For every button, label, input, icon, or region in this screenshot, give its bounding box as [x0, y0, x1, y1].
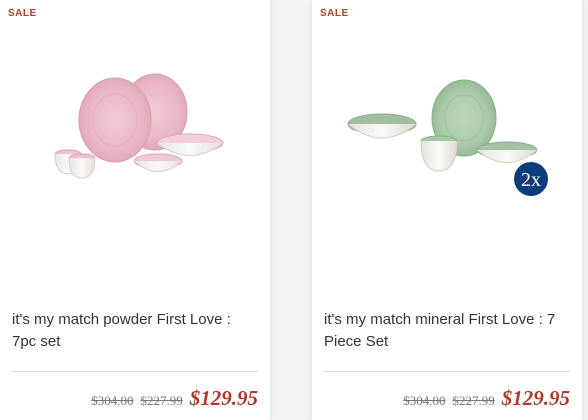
product-card-mineral[interactable]: SALE 2x it's my match mineral First Love… — [312, 0, 582, 420]
product-name[interactable]: it's my match mineral First Love : 7 Pie… — [324, 309, 570, 353]
divider — [12, 371, 258, 372]
sale-price: $129.95 — [189, 386, 258, 410]
sale-price: $129.95 — [501, 386, 570, 410]
green-dinnerware-set-image[interactable]: 2x — [312, 40, 582, 220]
quantity-badge: 2x — [514, 162, 548, 196]
previous-price: $227.99 — [140, 393, 183, 408]
sale-badge: SALE — [8, 8, 37, 19]
previous-price: $227.99 — [452, 393, 495, 408]
original-price: $304.00 — [91, 393, 134, 408]
pink-dinnerware-set-image[interactable] — [0, 40, 270, 220]
price-row: $304.00 $227.99 $129.95 — [91, 386, 258, 416]
price-row: $304.00 $227.99 $129.95 — [403, 386, 570, 416]
product-card-powder[interactable]: SALE it's my match powder First Love: 7… — [0, 0, 270, 420]
original-price: $304.00 — [403, 393, 446, 408]
product-name[interactable]: it's my match powder First Love : 7pc se… — [12, 309, 258, 353]
quantity-badge-label: 2x — [521, 169, 541, 191]
sale-badge: SALE — [320, 8, 349, 19]
divider — [324, 371, 570, 372]
